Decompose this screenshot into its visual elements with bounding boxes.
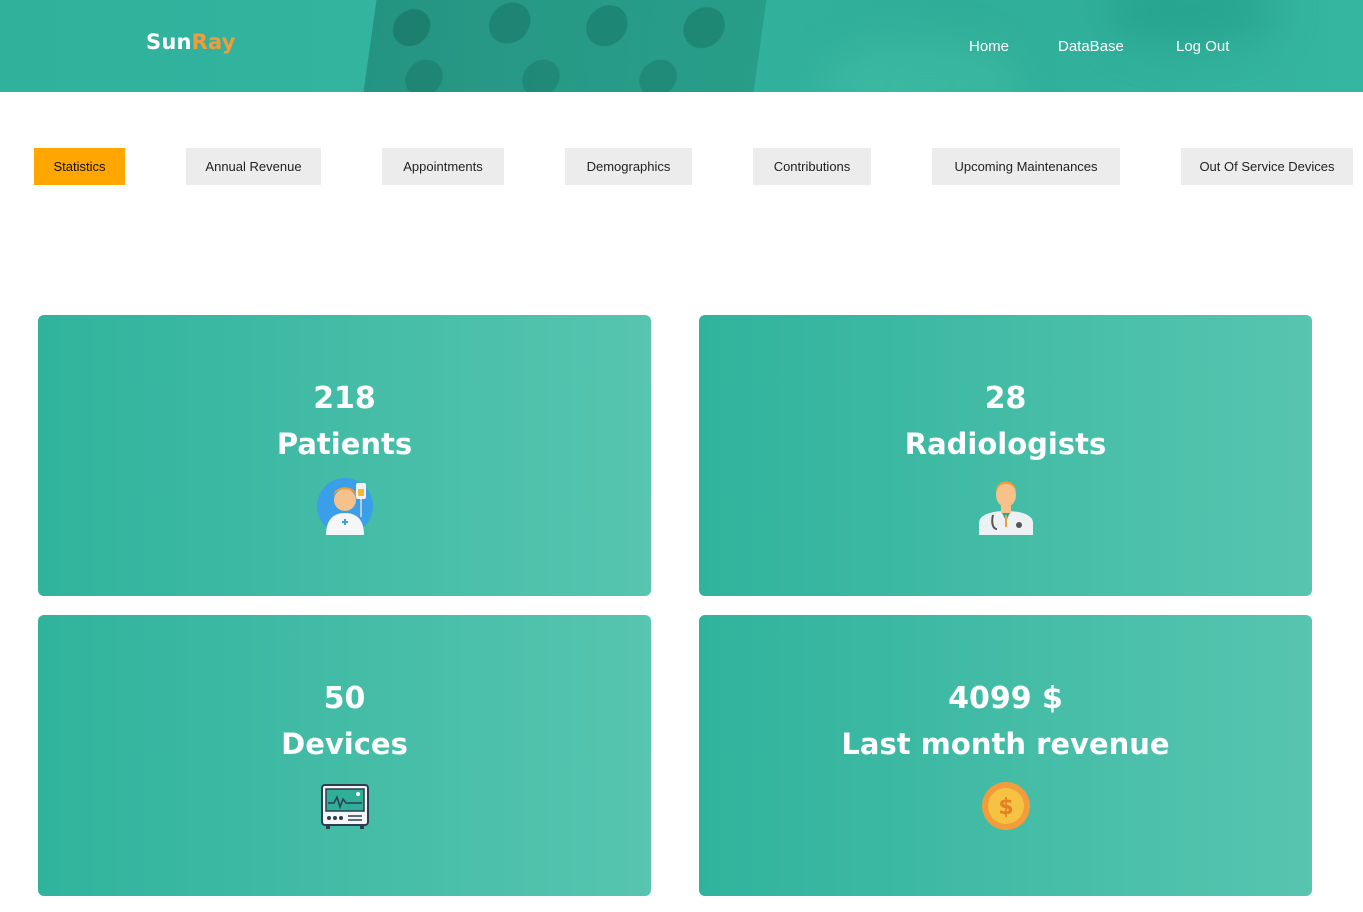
stat-label: Radiologists: [904, 427, 1107, 461]
stat-label: Patients: [276, 427, 413, 461]
stat-value: 50: [323, 681, 366, 716]
stat-card-devices: 50 Devices: [38, 615, 651, 896]
stat-value: 4099 $: [948, 681, 1063, 716]
brand-part-2: Ray: [191, 30, 236, 54]
stat-value: 218: [313, 381, 376, 416]
stat-value: 28: [984, 381, 1027, 416]
svg-text:$: $: [998, 795, 1013, 820]
doctor-icon: [978, 481, 1033, 535]
stat-label: Devices: [281, 727, 408, 761]
tab-upcoming-maintenances[interactable]: Upcoming Maintenances: [932, 148, 1120, 185]
tab-contributions[interactable]: Contributions: [753, 148, 871, 185]
tab-annual-revenue[interactable]: Annual Revenue: [186, 148, 321, 185]
stat-card-radiologists: 28 Radiologists: [699, 315, 1312, 596]
stat-label: Last month revenue: [841, 727, 1170, 761]
patient-icon: [316, 478, 373, 535]
tab-demographics[interactable]: Demographics: [565, 148, 692, 185]
brand-part-1: Sun: [146, 30, 192, 54]
nav-home-link[interactable]: Home: [969, 38, 1009, 55]
header-bar: SunRay Home DataBase Log Out: [0, 0, 1363, 92]
tab-statistics[interactable]: Statistics: [34, 148, 125, 185]
nav-logout-link[interactable]: Log Out: [1176, 38, 1229, 55]
stat-card-revenue: 4099 $ Last month revenue $: [699, 615, 1312, 896]
coin-icon: $: [981, 782, 1030, 830]
monitor-icon: [320, 784, 369, 829]
stat-card-patients: 218 Patients: [38, 315, 651, 596]
tab-out-of-service-devices[interactable]: Out Of Service Devices: [1181, 148, 1353, 185]
header-scan-image: [363, 0, 767, 92]
nav-database-link[interactable]: DataBase: [1058, 38, 1124, 55]
brand-logo[interactable]: SunRay: [146, 30, 236, 54]
tab-appointments[interactable]: Appointments: [382, 148, 504, 185]
